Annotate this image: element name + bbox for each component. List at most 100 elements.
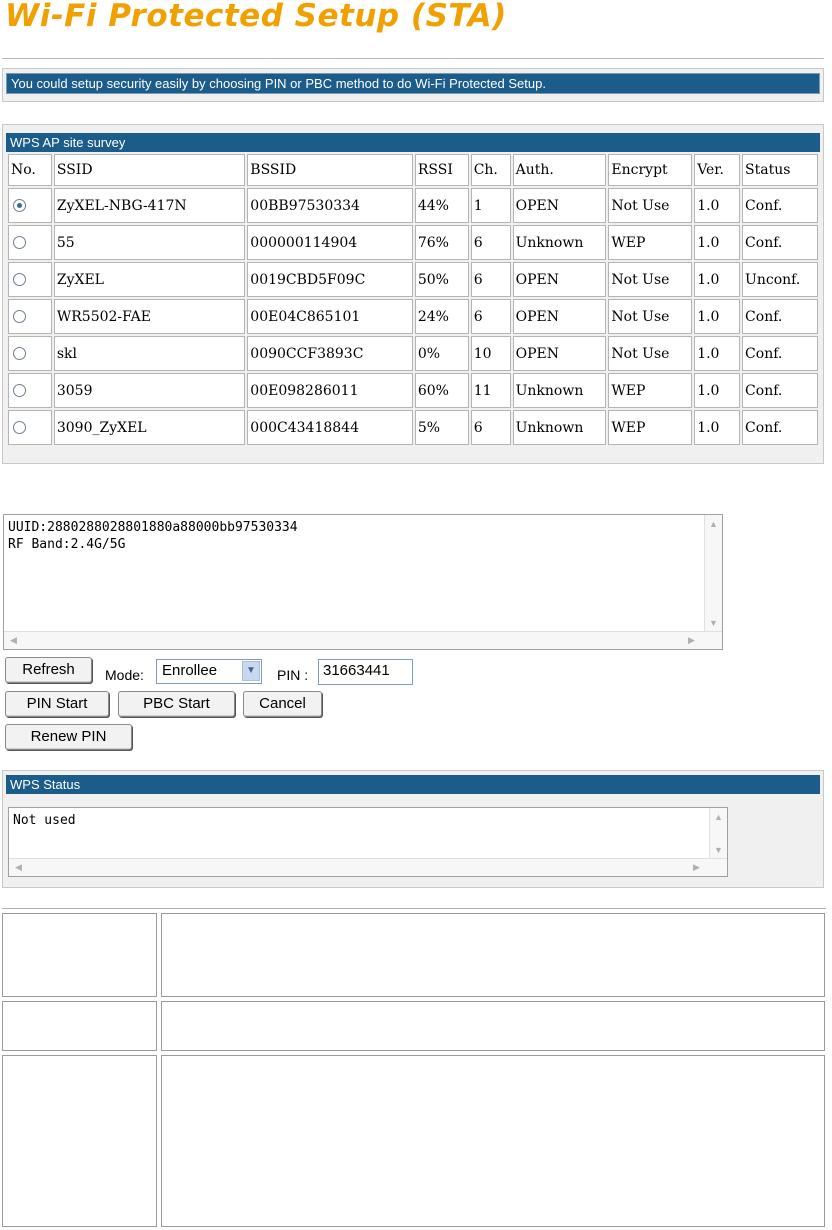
col-header-ver: Ver.	[694, 154, 741, 186]
table-row[interactable]: ZyXEL 0019CBD5F09C 50% 6 OPEN Not Use 1.…	[8, 262, 818, 297]
vertical-scrollbar[interactable]: ▲ ▼	[704, 515, 722, 633]
refresh-button[interactable]: Refresh	[5, 657, 92, 683]
site-survey-panel: WPS AP site survey No. SSID BSSID RSSI C…	[2, 124, 824, 464]
row-radio[interactable]	[13, 310, 26, 323]
scroll-up-icon[interactable]: ▲	[706, 517, 721, 532]
row-select-cell[interactable]	[8, 299, 52, 334]
horizontal-scrollbar[interactable]: ◀ ▶	[4, 631, 722, 649]
row-select-cell[interactable]	[8, 188, 52, 223]
rssi-cell: 0%	[414, 336, 469, 371]
row-radio[interactable]	[13, 347, 26, 360]
ap-details-text: UUID:2880288028801880a88000bb97530334 RF…	[4, 515, 722, 557]
uuid-line: UUID:2880288028801880a88000bb97530334	[8, 520, 298, 535]
version-cell: 1.0	[694, 262, 741, 297]
scroll-left-icon[interactable]: ◀	[6, 633, 21, 648]
auth-cell: Unknown	[512, 373, 607, 408]
row-select-cell[interactable]	[8, 225, 52, 260]
description-cell-value	[161, 1055, 825, 1227]
status-cell: Conf.	[742, 410, 818, 445]
horizontal-scrollbar[interactable]: ◀ ▶	[9, 858, 727, 876]
version-cell: 1.0	[694, 299, 741, 334]
scroll-down-icon[interactable]: ▼	[706, 616, 721, 631]
encrypt-cell: Not Use	[608, 262, 693, 297]
row-radio[interactable]	[13, 273, 26, 286]
row-radio[interactable]	[13, 236, 26, 249]
rssi-cell: 50%	[414, 262, 469, 297]
col-header-auth: Auth.	[512, 154, 607, 186]
table-row[interactable]: ZyXEL-NBG-417N 00BB97530334 44% 1 OPEN N…	[8, 188, 818, 223]
pin-input[interactable]: 31663441	[318, 659, 413, 685]
table-row[interactable]: 3090_ZyXEL 000C43418844 5% 6 Unknown WEP…	[8, 410, 818, 445]
description-cell-label	[2, 1055, 157, 1227]
title-divider	[2, 58, 824, 60]
auth-cell: OPEN	[512, 299, 607, 334]
col-header-bssid: BSSID	[247, 154, 413, 186]
cancel-button[interactable]: Cancel	[243, 691, 322, 717]
scroll-up-icon[interactable]: ▲	[711, 810, 726, 825]
row-radio[interactable]	[13, 199, 26, 212]
mode-select-value: Enrollee	[162, 662, 218, 679]
site-survey-heading: WPS AP site survey	[6, 133, 820, 152]
ap-details-textarea[interactable]: UUID:2880288028801880a88000bb97530334 RF…	[3, 514, 723, 650]
status-cell: Unconf.	[742, 262, 818, 297]
ssid-cell: 3090_ZyXEL	[53, 410, 246, 445]
row-select-cell[interactable]	[8, 262, 52, 297]
scroll-right-icon[interactable]: ▶	[689, 860, 704, 875]
auth-cell: Unknown	[512, 410, 607, 445]
info-panel: You could setup security easily by choos…	[2, 68, 824, 102]
scroll-left-icon[interactable]: ◀	[11, 860, 26, 875]
table-row[interactable]: WR5502-FAE 00E04C865101 24% 6 OPEN Not U…	[8, 299, 818, 334]
row-radio[interactable]	[13, 384, 26, 397]
description-cell-value	[161, 1001, 825, 1051]
bssid-cell: 000C43418844	[247, 410, 413, 445]
status-cell: Conf.	[742, 225, 818, 260]
pin-label: PIN :	[277, 667, 309, 683]
row-select-cell[interactable]	[8, 336, 52, 371]
col-header-no: No.	[8, 154, 52, 186]
rssi-cell: 76%	[414, 225, 469, 260]
version-cell: 1.0	[694, 225, 741, 260]
col-header-rssi: RSSI	[414, 154, 469, 186]
vertical-scrollbar[interactable]: ▲ ▼	[709, 808, 727, 860]
page-title: Wi-Fi Protected Setup (STA)	[5, 0, 507, 34]
description-cell-value	[161, 913, 825, 997]
rssi-cell: 60%	[414, 373, 469, 408]
table-row[interactable]: skl 0090CCF3893C 0% 10 OPEN Not Use 1.0 …	[8, 336, 818, 371]
auth-cell: Unknown	[512, 225, 607, 260]
ssid-cell: skl	[53, 336, 246, 371]
encrypt-cell: Not Use	[608, 188, 693, 223]
row-select-cell[interactable]	[8, 410, 52, 445]
ssid-cell: ZyXEL-NBG-417N	[53, 188, 246, 223]
channel-cell: 6	[470, 225, 511, 260]
scroll-right-icon[interactable]: ▶	[684, 633, 699, 648]
channel-cell: 11	[470, 373, 511, 408]
table-row[interactable]: 55 000000114904 76% 6 Unknown WEP 1.0 Co…	[8, 225, 818, 260]
table-header-row: No. SSID BSSID RSSI Ch. Auth. Encrypt Ve…	[8, 154, 818, 186]
table-row[interactable]: 3059 00E098286011 60% 11 Unknown WEP 1.0…	[8, 373, 818, 408]
channel-cell: 10	[470, 336, 511, 371]
channel-cell: 6	[470, 410, 511, 445]
mode-select[interactable]: Enrollee ▼	[156, 659, 262, 684]
chevron-down-icon[interactable]: ▼	[242, 661, 260, 681]
auth-cell: OPEN	[512, 262, 607, 297]
status-cell: Conf.	[742, 188, 818, 223]
encrypt-cell: WEP	[608, 373, 693, 408]
pin-start-button[interactable]: PIN Start	[5, 691, 109, 717]
version-cell: 1.0	[694, 188, 741, 223]
bssid-cell: 0019CBD5F09C	[247, 262, 413, 297]
channel-cell: 6	[470, 262, 511, 297]
rssi-cell: 44%	[414, 188, 469, 223]
scroll-down-icon[interactable]: ▼	[711, 843, 726, 858]
ssid-cell: 3059	[53, 373, 246, 408]
pbc-start-button[interactable]: PBC Start	[118, 691, 235, 717]
row-select-cell[interactable]	[8, 373, 52, 408]
version-cell: 1.0	[694, 373, 741, 408]
mode-label: Mode:	[105, 667, 144, 683]
col-header-ch: Ch.	[470, 154, 511, 186]
renew-pin-button[interactable]: Renew PIN	[5, 724, 132, 750]
description-cell-label	[2, 1001, 157, 1051]
ssid-cell: 55	[53, 225, 246, 260]
row-radio[interactable]	[13, 421, 26, 434]
wps-status-textarea[interactable]: Not used ▲ ▼ ◀ ▶	[8, 807, 728, 877]
description-cell-label	[2, 913, 157, 997]
